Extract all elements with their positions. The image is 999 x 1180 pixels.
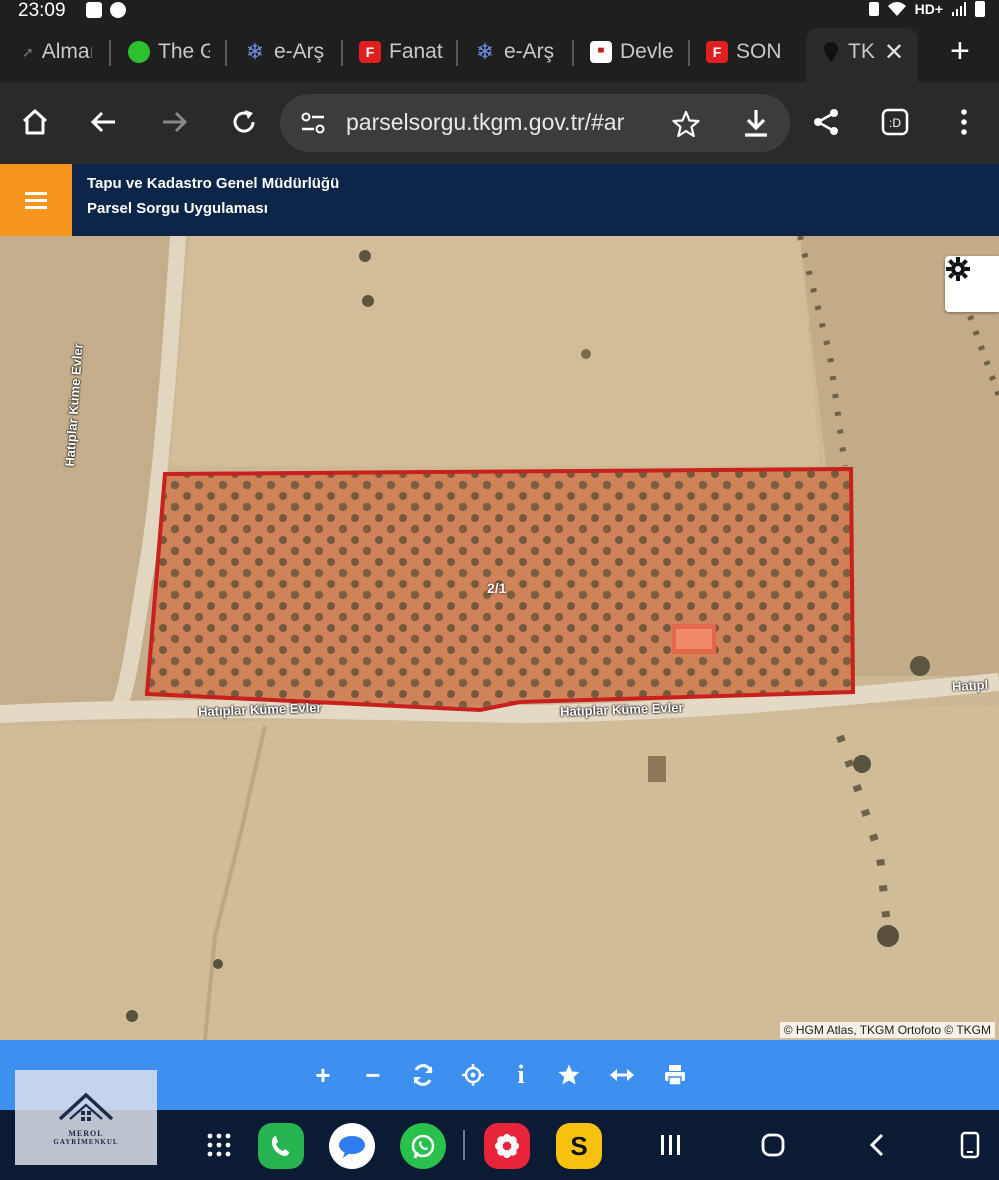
- reload-icon[interactable]: [226, 104, 262, 140]
- fanatik-icon: F: [706, 41, 728, 63]
- tab-separator: [225, 40, 227, 66]
- tab-7-label: TK: [848, 40, 875, 63]
- tab-separator: [109, 40, 111, 66]
- company-logo-watermark: MEROL GAYRİMENKUL: [15, 1070, 157, 1165]
- share-icon[interactable]: [808, 104, 844, 140]
- locate-crosshair-icon[interactable]: [457, 1059, 489, 1091]
- hut: [648, 756, 666, 782]
- tab-4-label: e-Arş: [504, 40, 555, 63]
- home-icon[interactable]: [17, 104, 53, 140]
- favorite-star-icon[interactable]: [553, 1059, 585, 1091]
- snowflake-icon: ❄: [245, 39, 265, 64]
- battery-icon: [975, 1, 985, 17]
- status-time: 23:09: [18, 0, 66, 21]
- agency-title: Tapu ve Kadastro Genel Müdürlüğü: [87, 175, 340, 192]
- signal-icon: [952, 2, 966, 16]
- location-pin-icon: [824, 42, 838, 62]
- house-logo-icon: [58, 1092, 114, 1121]
- phone-app-icon[interactable]: [258, 1123, 304, 1169]
- sahibinden-app-icon[interactable]: S: [556, 1123, 602, 1169]
- tab-3[interactable]: F Fanat: [359, 34, 447, 70]
- tab-4[interactable]: ❄ e-Arş: [474, 34, 560, 70]
- fanatik-icon: F: [359, 41, 381, 63]
- tab-5-label: Devle: [620, 40, 674, 63]
- status-left-icons: [86, 2, 126, 18]
- measure-icon[interactable]: [606, 1059, 638, 1091]
- app-title: Parsel Sorgu Uygulaması: [87, 200, 268, 217]
- settings-gear-icon[interactable]: [945, 256, 999, 312]
- zoom-out-icon[interactable]: −: [357, 1059, 389, 1091]
- bookmark-star-icon[interactable]: [672, 110, 700, 138]
- download-icon[interactable]: [742, 108, 770, 138]
- tab-3-label: Fanat: [389, 40, 443, 63]
- forward-icon[interactable]: [156, 104, 192, 140]
- green-circle-icon: [128, 41, 150, 63]
- logo-line-1: MEROL: [68, 1129, 104, 1138]
- print-icon[interactable]: [659, 1059, 691, 1091]
- refresh-map-icon[interactable]: [407, 1059, 439, 1091]
- logo-line-2: GAYRİMENKUL: [53, 1138, 119, 1146]
- whatsapp-app-icon[interactable]: [400, 1123, 446, 1169]
- info-icon[interactable]: i: [505, 1059, 537, 1091]
- tab-6-label: SON: [736, 40, 782, 63]
- chrome-icon: [110, 2, 126, 18]
- road-label-east: Hatıpl: [951, 677, 989, 694]
- map-attribution: © HGM Atlas, TKGM Ortofoto © TKGM: [779, 1022, 995, 1038]
- tab-2-label: e-Arş: [274, 40, 325, 63]
- tab-5[interactable]: ▀ Devle: [590, 34, 674, 70]
- satellite-map[interactable]: 2/1 Hatıplar Küme Evler Hatıplar Küme Ev…: [0, 236, 999, 1040]
- back-button-icon[interactable]: [862, 1130, 892, 1160]
- map-canvas[interactable]: [0, 236, 999, 1040]
- parcel-label[interactable]: 2/1: [487, 580, 506, 596]
- tab-1[interactable]: The G: [128, 34, 210, 70]
- svg-text::D: :D: [889, 116, 901, 130]
- phone-screen-icon[interactable]: [955, 1130, 985, 1160]
- network-type: HD+: [914, 1, 943, 17]
- messages-app-icon[interactable]: [329, 1123, 375, 1169]
- dock-divider: [463, 1130, 465, 1160]
- tab-0[interactable]: ➚ Almaı: [22, 34, 92, 70]
- new-tab-icon[interactable]: +: [950, 32, 970, 71]
- hamburger-menu-icon[interactable]: [0, 164, 72, 236]
- recent-apps-icon[interactable]: [656, 1130, 686, 1160]
- url-text[interactable]: parselsorgu.tkgm.gov.tr/#ar: [346, 109, 646, 136]
- home-button-icon[interactable]: [758, 1130, 788, 1160]
- desktop-mode-icon[interactable]: :D: [877, 104, 913, 140]
- zoom-in-icon[interactable]: +: [307, 1059, 339, 1091]
- tab-2[interactable]: ❄ e-Arş: [244, 34, 330, 70]
- snowflake-icon: ❄: [475, 39, 495, 64]
- tab-6[interactable]: F SON: [706, 34, 790, 70]
- arrow-icon: ➚: [22, 43, 34, 60]
- close-tab-icon[interactable]: ✕: [884, 38, 904, 67]
- tab-7-active[interactable]: TK: [822, 34, 882, 70]
- tab-1-label: The G: [158, 40, 210, 63]
- status-bar: 23:09 HD+: [0, 0, 999, 22]
- browser-toolbar: parselsorgu.tkgm.gov.tr/#ar :D: [0, 82, 999, 164]
- shopping-bag-icon: [86, 2, 102, 18]
- wifi-icon: [887, 2, 906, 16]
- tab-0-label: Almaı: [41, 40, 92, 63]
- tab-separator: [572, 40, 574, 66]
- tab-separator: [456, 40, 458, 66]
- site-settings-icon[interactable]: [300, 111, 326, 135]
- app-header: Tapu ve Kadastro Genel Müdürlüğü Parsel …: [0, 164, 999, 236]
- status-right-icons: HD+: [868, 1, 985, 17]
- more-menu-icon[interactable]: [946, 104, 982, 140]
- tab-separator: [341, 40, 343, 66]
- tab-strip: ➚ Almaı The G ❄ e-Arş F Fanat ❄ e-Arş ▀ …: [0, 22, 999, 82]
- yeni-cag-icon: ▀: [590, 41, 612, 63]
- back-icon[interactable]: [86, 104, 122, 140]
- address-bar[interactable]: parselsorgu.tkgm.gov.tr/#ar: [280, 94, 790, 152]
- gallery-flower-icon[interactable]: [484, 1123, 530, 1169]
- tab-separator: [688, 40, 690, 66]
- app-drawer-icon[interactable]: [204, 1130, 234, 1160]
- sim-icon: [868, 2, 879, 16]
